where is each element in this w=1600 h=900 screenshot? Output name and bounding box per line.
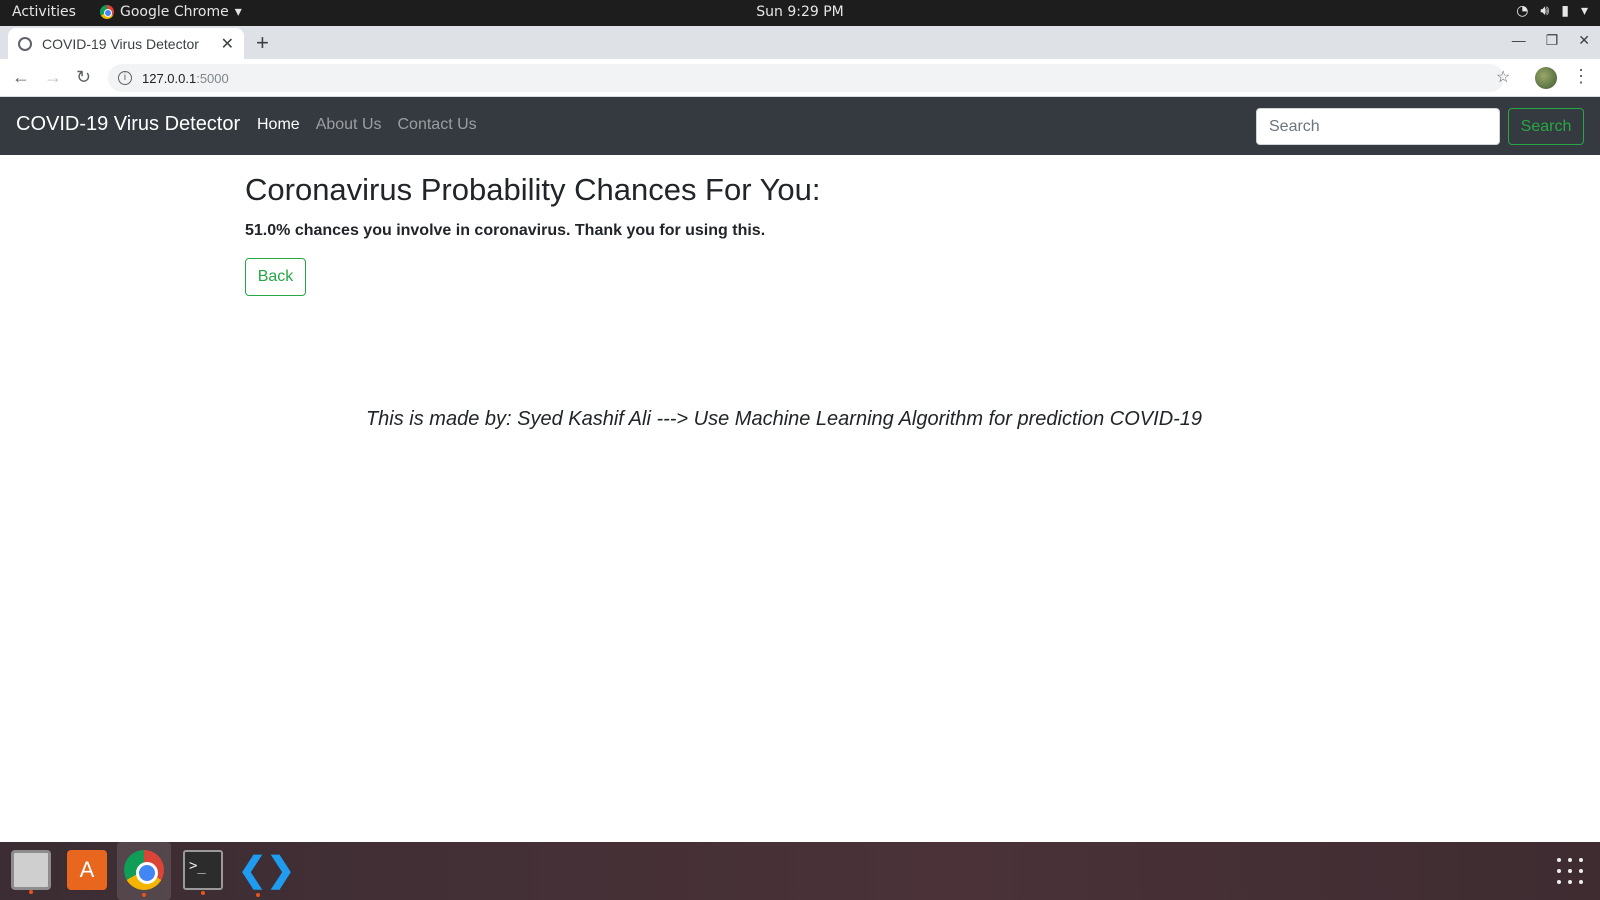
minimize-icon[interactable]: — (1512, 32, 1526, 49)
back-button[interactable]: Back (245, 258, 306, 296)
search-input[interactable] (1256, 108, 1500, 145)
tab-title: COVID-19 Virus Detector (42, 35, 199, 52)
search-button[interactable]: Search (1508, 108, 1584, 145)
close-tab-icon[interactable]: ✕ (221, 34, 234, 54)
chevron-down-icon: ▾ (1580, 3, 1588, 19)
address-bar[interactable]: i 127.0.0.1:5000 (108, 64, 1504, 92)
dock: A >_ ❮❯ (0, 842, 1600, 900)
close-window-icon[interactable]: ✕ (1578, 32, 1590, 49)
reload-icon[interactable]: ↻ (76, 67, 91, 88)
system-top-bar: Activities Google Chrome ▾ Sun 9:29 PM ◔… (0, 0, 1600, 26)
tab-strip: COVID-19 Virus Detector ✕ + — ❐ ✕ (0, 26, 1600, 59)
vscode-icon[interactable]: ❮❯ (238, 850, 295, 897)
globe-icon (18, 36, 32, 51)
wifi-icon: ◔ (1516, 3, 1529, 19)
forward-arrow-icon[interactable]: → (44, 67, 62, 88)
battery-icon: ▮ (1561, 3, 1569, 19)
clock[interactable]: Sun 9:29 PM (0, 4, 1600, 20)
nav-link-home[interactable]: Home (257, 116, 300, 134)
new-tab-button[interactable]: + (256, 30, 269, 56)
window-controls: — ❐ ✕ (1512, 32, 1590, 49)
system-tray[interactable]: ◔ 🔊︎ ▮ ▾ (1516, 3, 1588, 19)
navbar-brand[interactable]: COVID-19 Virus Detector (16, 113, 240, 136)
browser-toolbar: ← → ↻ i 127.0.0.1:5000 ☆ ⋮ (0, 59, 1600, 97)
terminal-icon[interactable]: >_ (183, 850, 223, 895)
result-text: 51.0% chances you involve in coronavirus… (245, 222, 766, 239)
software-center-icon[interactable]: A (67, 850, 107, 890)
back-arrow-icon[interactable]: ← (12, 67, 30, 88)
url-host: 127.0.0.1 (142, 70, 197, 86)
credit-text: This is made by: Syed Kashif Ali ---> Us… (365, 408, 1203, 430)
info-icon[interactable]: i (118, 71, 132, 85)
files-icon[interactable] (11, 850, 51, 894)
profile-avatar[interactable] (1535, 67, 1557, 89)
site-navbar: COVID-19 Virus Detector Home About Us Co… (0, 97, 1600, 155)
chrome-dock-icon[interactable] (124, 850, 164, 897)
bookmark-star-icon[interactable]: ☆ (1496, 67, 1510, 87)
result-section: Coronavirus Probability Chances For You:… (245, 172, 1355, 296)
nav-link-contact-us[interactable]: Contact Us (398, 116, 477, 134)
restore-icon[interactable]: ❐ (1546, 32, 1559, 49)
show-applications-icon[interactable] (1557, 858, 1583, 884)
volume-icon: 🔊︎ (1540, 3, 1550, 19)
browser-tab[interactable]: COVID-19 Virus Detector ✕ (8, 28, 244, 59)
menu-kebab-icon[interactable]: ⋮ (1572, 66, 1590, 87)
url-port: :5000 (196, 70, 229, 86)
nav-links: Home About Us Contact Us (257, 116, 477, 134)
page-title: Coronavirus Probability Chances For You: (245, 172, 821, 207)
nav-link-about-us[interactable]: About Us (316, 116, 382, 134)
